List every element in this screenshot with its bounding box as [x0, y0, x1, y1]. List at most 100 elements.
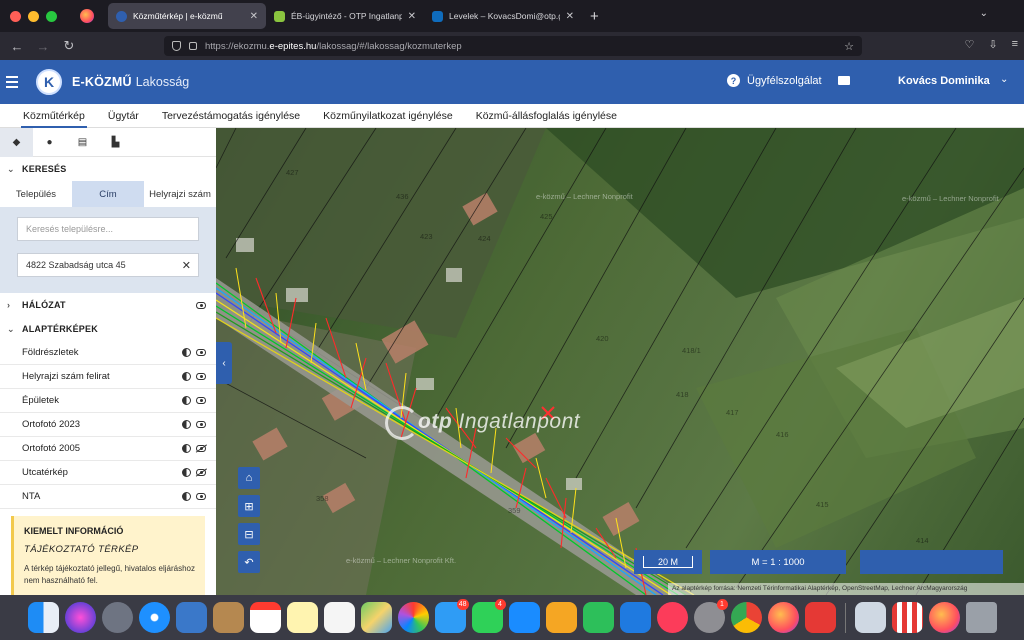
opacity-icon[interactable] — [182, 492, 191, 501]
popcorn-icon[interactable] — [891, 602, 923, 633]
notefile-icon[interactable] — [212, 602, 244, 633]
browser-tab-strip: Közműtérkép | e-közmű ✕ ÉB-ügyintéző - O… — [0, 0, 1024, 32]
search-mode-cim[interactable]: Cím — [72, 181, 144, 207]
forward-button[interactable]: → — [30, 39, 56, 54]
tab-kozmuterkep[interactable]: Közműtérkép — [21, 104, 87, 128]
print-icon[interactable]: ▤ — [66, 128, 99, 157]
new-tab-button[interactable]: + — [590, 8, 599, 25]
eye-off-icon[interactable] — [196, 445, 206, 452]
collapse-sidebar-button[interactable]: ‹ — [216, 342, 232, 384]
image-viewer-icon[interactable] — [854, 602, 886, 633]
eye-icon[interactable] — [196, 493, 206, 500]
measure-icon[interactable]: ▙ — [99, 128, 132, 157]
reload-button[interactable]: ↻ — [56, 38, 82, 54]
firefox-window-icon[interactable] — [928, 602, 960, 633]
music-icon[interactable] — [656, 602, 688, 633]
finder-icon[interactable] — [27, 602, 59, 633]
mail-app-icon[interactable]: 48 — [434, 599, 469, 633]
search-mode-telepules[interactable]: Település — [0, 181, 72, 207]
close-tab-icon[interactable]: ✕ — [250, 11, 258, 22]
notes-icon[interactable] — [286, 602, 318, 633]
outlook-favicon-icon — [432, 10, 443, 22]
browser-tab-kozmuterkep[interactable]: Közműtérkép | e-közmű ✕ — [108, 3, 266, 29]
messages-icon[interactable]: 4 — [471, 599, 506, 633]
mail-icon[interactable] — [838, 76, 850, 85]
eye-icon[interactable] — [196, 301, 206, 309]
tab-kozmu-allasfoglalas[interactable]: Közmű-állásfoglalás igénylése — [476, 104, 617, 128]
basemaps-section-header[interactable]: ⌄ ALAPTÉRKÉPEK — [0, 317, 216, 341]
maps-icon[interactable] — [360, 602, 392, 633]
close-tab-icon[interactable]: ✕ — [408, 11, 416, 22]
opacity-icon[interactable] — [182, 372, 191, 381]
url-bar[interactable]: https://ekozmu.e-epites.hu/lakossag/#/la… — [164, 36, 862, 56]
tab-ugytar[interactable]: Ügytár — [108, 104, 139, 128]
photos-icon[interactable] — [397, 602, 429, 633]
chrome-icon[interactable] — [730, 602, 762, 633]
search-section-header[interactable]: ⌄ KERESÉS — [0, 157, 216, 181]
eye-icon[interactable] — [196, 397, 206, 404]
bookmark-star-icon[interactable]: ☆ — [844, 40, 854, 53]
tracking-shield-icon[interactable] — [172, 41, 181, 51]
brand-subtitle: Lakosság — [135, 75, 190, 89]
opacity-icon[interactable] — [182, 396, 191, 405]
watermark-rest: Ingatlanpont — [452, 410, 581, 433]
lock-icon[interactable] — [189, 42, 197, 50]
browser-tab-eb-ugyintezo[interactable]: ÉB-ügyintéző - OTP Ingatlanpont ✕ — [266, 3, 424, 29]
chevron-down-icon[interactable]: ⌄ — [1000, 74, 1008, 85]
info-text: A térkép tájékoztató jellegű, hivatalos … — [24, 564, 195, 585]
user-menu[interactable]: Kovács Dominika — [898, 75, 990, 87]
parcel-number: 424 — [478, 234, 491, 243]
pocket-icon[interactable]: ♡ — [964, 38, 974, 51]
home-extent-button[interactable]: ⌂ — [238, 467, 260, 489]
ekozmu-logo[interactable]: K — [36, 69, 62, 95]
trash-icon[interactable] — [965, 602, 997, 633]
system-settings-icon[interactable]: 1 — [693, 599, 728, 633]
help-link[interactable]: ? Ügyfélszolgálat — [727, 74, 822, 87]
minimize-window-button[interactable] — [28, 10, 39, 22]
map-canvas[interactable]: 427 436 425 424 423 420 418/1 418 417 41… — [216, 128, 1024, 595]
menu-icon[interactable]: ≡ — [1012, 38, 1018, 51]
eye-icon[interactable] — [196, 373, 206, 380]
tab-list-chevron-icon[interactable]: ⌄ — [980, 8, 988, 19]
back-button[interactable]: ← — [4, 39, 30, 54]
close-tab-icon[interactable]: ✕ — [566, 11, 574, 22]
firefox-dock-icon[interactable] — [767, 602, 799, 633]
opacity-icon[interactable] — [182, 420, 191, 429]
scale-ratio[interactable]: M = 1 : 1000 — [710, 550, 846, 574]
reminders-icon[interactable] — [323, 602, 355, 633]
settlement-search-input[interactable]: Keresés településre... — [17, 217, 199, 241]
anydesk-icon[interactable] — [804, 602, 836, 633]
pages-icon[interactable] — [545, 602, 577, 633]
search-mode-helyrajzi[interactable]: Helyrajzi szám — [144, 181, 216, 207]
launchpad-icon[interactable] — [101, 602, 133, 633]
browser-tab-levelek[interactable]: Levelek – KovacsDomi@otp.group ✕ — [424, 3, 582, 29]
keynote-icon[interactable] — [619, 602, 651, 633]
app-store-icon[interactable] — [508, 602, 540, 633]
clear-icon[interactable]: ✕ — [182, 259, 191, 272]
eye-icon[interactable] — [196, 421, 206, 428]
opacity-icon[interactable] — [182, 468, 191, 477]
undo-view-button[interactable]: ↶ — [238, 551, 260, 573]
opacity-icon[interactable] — [182, 444, 191, 453]
safari-icon[interactable] — [138, 602, 170, 633]
info-icon[interactable]: ● — [33, 128, 66, 157]
zoom-out-button[interactable]: ⊟ — [238, 523, 260, 545]
downloads-icon[interactable]: ⇩ — [988, 38, 997, 51]
opacity-icon[interactable] — [182, 348, 191, 357]
tab-kozmunyilatkozat[interactable]: Közműnyilatkozat igénylése — [323, 104, 453, 128]
eye-off-icon[interactable] — [196, 469, 206, 476]
zoom-window-button[interactable] — [46, 10, 57, 22]
address-search-input[interactable]: 4822 Szabadság utca 45 ✕ — [17, 253, 199, 277]
network-section-header[interactable]: › HÁLÓZAT — [0, 293, 216, 317]
zoom-in-button[interactable]: ⊞ — [238, 495, 260, 517]
calendar-icon[interactable] — [249, 602, 281, 633]
numbers-icon[interactable] — [582, 602, 614, 633]
layer-label: Földrészletek — [22, 347, 79, 358]
layers-icon[interactable]: ◆ — [0, 128, 33, 157]
preview-icon[interactable] — [175, 602, 207, 633]
siri-icon[interactable] — [64, 602, 96, 633]
eye-icon[interactable] — [196, 349, 206, 356]
hamburger-menu-icon[interactable] — [6, 76, 28, 88]
close-window-button[interactable] — [10, 10, 21, 22]
tab-tervezestamogatas[interactable]: Tervezéstámogatás igénylése — [162, 104, 300, 128]
